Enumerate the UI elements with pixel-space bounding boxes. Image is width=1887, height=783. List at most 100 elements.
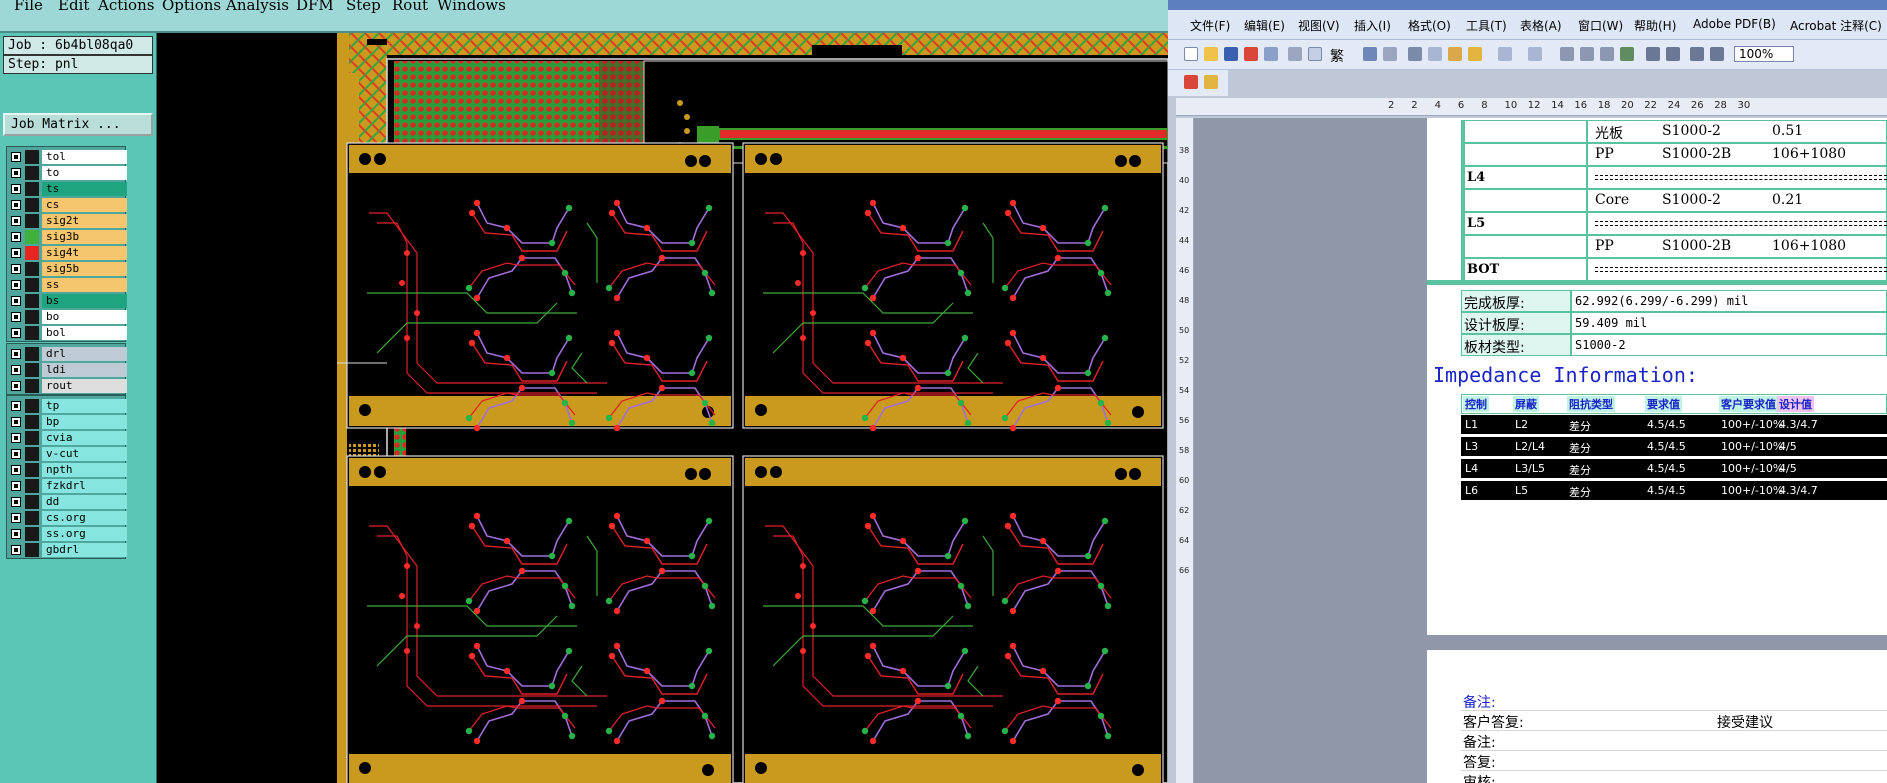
word-menu-tools[interactable]: 工具(T) — [1466, 17, 1507, 34]
layer-checkbox[interactable] — [11, 264, 21, 274]
layer-checkbox[interactable] — [11, 152, 21, 162]
new-doc-icon[interactable] — [1184, 47, 1198, 61]
menu-windows[interactable]: Windows — [437, 0, 506, 14]
layer-checkbox[interactable] — [11, 184, 21, 194]
word-menu-adobe-pdf[interactable]: Adobe PDF(B) — [1693, 17, 1776, 31]
vertical-ruler[interactable]: 38 40 42 44 46 48 50 52 54 56 58 60 62 64 66 — [1176, 118, 1194, 783]
copy-icon[interactable] — [1428, 47, 1442, 61]
zoom-select[interactable]: 100% — [1734, 46, 1794, 62]
cut-icon[interactable] — [1408, 47, 1422, 61]
layer-row-to[interactable]: to — [7, 165, 127, 181]
layer-row-sig3b[interactable]: sig3b — [7, 229, 127, 245]
word-menu-view[interactable]: 视图(V) — [1298, 17, 1340, 34]
layer-checkbox[interactable] — [11, 529, 21, 539]
horizontal-ruler[interactable]: 2 2 4 6 8 10 12 14 16 18 20 22 24 26 28 30 — [1176, 98, 1887, 116]
print-icon[interactable] — [1288, 47, 1302, 61]
pdf-email-icon[interactable] — [1204, 75, 1218, 89]
layer-checkbox[interactable] — [11, 497, 21, 507]
layer-checkbox[interactable] — [11, 296, 21, 306]
word-menu-acrobat[interactable]: Acrobat 注释(C) — [1790, 17, 1882, 34]
layer-row-npth[interactable]: npth — [7, 462, 127, 478]
insert-excel-icon[interactable] — [1620, 47, 1634, 61]
convert-pdf-icon[interactable] — [1184, 75, 1198, 89]
layer-row-gbdrl[interactable]: gbdrl — [7, 542, 127, 558]
layer-row-ss-org[interactable]: ss.org — [7, 526, 127, 542]
layer-row-sig5b[interactable]: sig5b — [7, 261, 127, 277]
layer-row-cs-org[interactable]: cs.org — [7, 510, 127, 526]
email-icon[interactable] — [1264, 47, 1278, 61]
layer-row-bp[interactable]: bp — [7, 414, 127, 430]
word-menu-insert[interactable]: 插入(I) — [1354, 17, 1391, 34]
layer-checkbox[interactable] — [11, 513, 21, 523]
word-menu-file[interactable]: 文件(F) — [1190, 17, 1230, 34]
layer-row-drl[interactable]: drl — [7, 346, 127, 362]
open-folder-icon[interactable] — [1204, 47, 1218, 61]
job-matrix-button[interactable]: Job Matrix ... — [3, 113, 153, 136]
menu-edit[interactable]: Edit — [58, 0, 89, 14]
layer-row-bs[interactable]: bs — [7, 293, 127, 309]
layer-row-ts[interactable]: ts — [7, 181, 127, 197]
hyperlink-icon[interactable] — [1560, 47, 1574, 61]
layer-checkbox[interactable] — [11, 481, 21, 491]
layer-row-tol[interactable]: tol — [7, 149, 127, 165]
traditional-chinese-icon[interactable]: 繁 — [1330, 46, 1344, 66]
layer-checkbox[interactable] — [11, 417, 21, 427]
layer-checkbox[interactable] — [11, 280, 21, 290]
layer-row-rout[interactable]: rout — [7, 378, 127, 394]
menu-step[interactable]: Step — [346, 0, 381, 14]
layer-checkbox[interactable] — [11, 232, 21, 242]
research-icon[interactable] — [1363, 47, 1377, 61]
layer-checkbox[interactable] — [11, 381, 21, 391]
document-page-1[interactable]: 光板 S1000-2 0.51 PP S1000-2B 106+1080 L4 Core S10… — [1427, 118, 1887, 635]
insert-table-icon[interactable] — [1600, 47, 1614, 61]
layer-row-ldi[interactable]: ldi — [7, 362, 127, 378]
layer-checkbox[interactable] — [11, 401, 21, 411]
document-map-icon[interactable] — [1690, 47, 1704, 61]
layer-checkbox[interactable] — [11, 449, 21, 459]
menu-actions[interactable]: Actions — [98, 0, 154, 14]
layer-row-cs[interactable]: cs — [7, 197, 127, 213]
layer-row-v-cut[interactable]: v-cut — [7, 446, 127, 462]
layer-row-fzkdrl[interactable]: fzkdrl — [7, 478, 127, 494]
layer-row-tp[interactable]: tp — [7, 398, 127, 414]
columns-icon[interactable] — [1646, 47, 1660, 61]
show-hide-icon[interactable] — [1710, 47, 1724, 61]
save-icon[interactable] — [1224, 47, 1238, 61]
word-menu-help[interactable]: 帮助(H) — [1634, 17, 1676, 34]
layer-checkbox[interactable] — [11, 216, 21, 226]
menu-file[interactable]: File — [14, 0, 43, 14]
layer-row-bol[interactable]: bol — [7, 325, 127, 341]
paste-icon[interactable] — [1448, 47, 1462, 61]
layer-row-dd[interactable]: dd — [7, 494, 127, 510]
menu-dfm[interactable]: DFM — [296, 0, 334, 14]
layer-row-cvia[interactable]: cvia — [7, 430, 127, 446]
menu-options[interactable]: Options — [162, 0, 221, 14]
menu-analysis[interactable]: Analysis — [226, 0, 289, 14]
word-menu-window[interactable]: 窗口(W) — [1578, 17, 1623, 34]
layer-checkbox[interactable] — [11, 365, 21, 375]
format-painter-icon[interactable] — [1468, 47, 1482, 61]
layer-checkbox[interactable] — [11, 168, 21, 178]
layer-checkbox[interactable] — [11, 349, 21, 359]
layer-row-bo[interactable]: bo — [7, 309, 127, 325]
document-page-2[interactable]: 备注: 客户答复: 接受建议 备注: 答复: 审核: — [1427, 650, 1887, 783]
layer-row-ss[interactable]: ss — [7, 277, 127, 293]
redo-icon[interactable] — [1528, 47, 1542, 61]
layer-checkbox[interactable] — [11, 433, 21, 443]
word-menu-format[interactable]: 格式(O) — [1408, 17, 1451, 34]
layer-row-sig2t[interactable]: sig2t — [7, 213, 127, 229]
spelling-icon[interactable] — [1383, 47, 1397, 61]
word-menu-table[interactable]: 表格(A) — [1520, 17, 1562, 34]
menu-rout[interactable]: Rout — [392, 0, 428, 14]
drawing-icon[interactable] — [1666, 47, 1680, 61]
layer-checkbox[interactable] — [11, 312, 21, 322]
layer-checkbox[interactable] — [11, 465, 21, 475]
layer-row-sig4t[interactable]: sig4t — [7, 245, 127, 261]
layer-checkbox[interactable] — [11, 328, 21, 338]
note-value[interactable]: 接受建议 — [1717, 712, 1773, 732]
layer-checkbox[interactable] — [11, 248, 21, 258]
permission-icon[interactable] — [1244, 47, 1258, 61]
word-menu-edit[interactable]: 编辑(E) — [1244, 17, 1285, 34]
tables-borders-icon[interactable] — [1580, 47, 1594, 61]
undo-icon[interactable] — [1498, 47, 1512, 61]
